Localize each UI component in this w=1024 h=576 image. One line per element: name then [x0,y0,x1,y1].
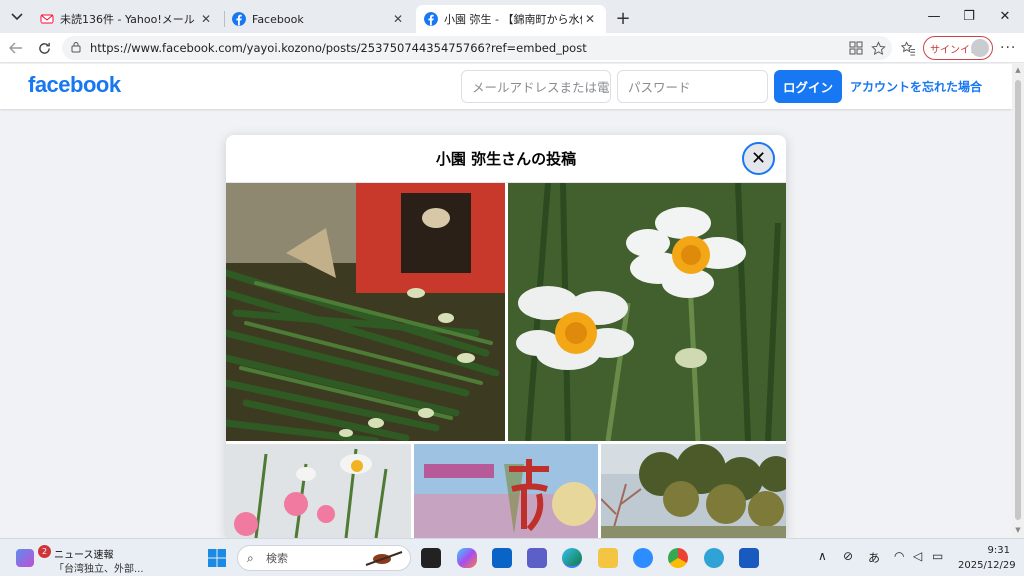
news-title: ニュース速報 [54,550,114,561]
battery-icon[interactable]: ▭ [932,549,943,563]
windows-start-icon[interactable] [207,548,227,568]
clock-date: 2025/12/29 [958,560,1016,571]
tab-yahoo-mail[interactable]: 未読136件 - Yahoo!メール ✕ [32,5,222,33]
daffodil-flowers-image [508,183,786,441]
back-button[interactable] [6,38,26,58]
site-info-icon[interactable] [70,41,84,56]
scroll-up-icon[interactable]: ▲ [1014,66,1022,74]
close-tab-icon[interactable]: ✕ [390,12,406,26]
clock-time: 9:31 [987,545,1010,556]
network-app-icon[interactable] [704,548,724,568]
show-hidden-icons-chevron-icon[interactable]: ∧ [818,549,827,563]
post-photo-5[interactable] [601,444,786,538]
tab-title: 未読136件 - Yahoo!メール [60,13,195,26]
settings-more-icon[interactable]: ··· [1000,40,1016,56]
close-window-button[interactable]: ✕ [993,6,1017,26]
signin-button[interactable]: サインイン [923,36,993,60]
refresh-icon [38,42,50,54]
scrollbar-thumb[interactable] [1015,80,1021,520]
refresh-button[interactable] [34,38,54,58]
news-widget[interactable]: 2 ニュース速報 「台湾独立、外部... [14,543,144,575]
teams-icon[interactable] [527,548,547,568]
new-tab-button[interactable]: + [612,7,634,29]
yahoo-mail-icon [40,14,54,24]
restore-button[interactable]: ❐ [957,6,981,26]
windows-taskbar: 2 ニュース速報 「台湾独立、外部... ⌕ 検索 ∧ ⊘ あ ◠ ◁ ▭ 9:… [0,538,1024,576]
word-icon[interactable] [739,548,759,568]
edge-icon[interactable] [562,548,582,568]
zoom-icon[interactable] [633,548,653,568]
outlook-icon[interactable] [492,548,512,568]
search-icon: ⌕ [247,551,254,565]
app-available-icon[interactable] [848,40,864,56]
forgot-account-link[interactable]: アカウントを忘れた場合 [850,78,982,95]
tab-facebook[interactable]: Facebook ✕ [224,5,414,33]
battery-saver-icon[interactable]: ⊘ [843,549,853,563]
flower-arrangement-image [226,444,411,538]
close-tab-icon[interactable]: ✕ [582,12,598,26]
page-scrollbar[interactable]: ▲ ▼ [1012,64,1024,538]
news-badge: 2 [38,545,51,558]
chevron-down-icon [11,13,23,21]
password-placeholder: パスワード [628,80,691,95]
url-text: https://www.facebook.com/yayoi.kozono/po… [90,41,587,55]
tab-list-button[interactable] [6,6,28,28]
copilot-icon[interactable] [457,548,477,568]
close-tab-icon[interactable]: ✕ [198,12,214,26]
ime-indicator[interactable]: あ [868,549,880,566]
taskbar-search[interactable]: ⌕ 検索 [237,545,411,571]
news-widget-icon [16,549,34,567]
tab-title: Facebook [252,12,304,26]
close-modal-button[interactable]: ✕ [742,142,775,175]
post-photo-1[interactable] [226,183,505,441]
password-field[interactable]: パスワード [617,70,768,103]
favorites-collection-icon[interactable] [900,40,916,56]
modal-title: 小園 弥生さんの投稿 [226,135,786,183]
facebook-logo[interactable]: facebook [28,72,121,98]
post-photo-4[interactable] [414,444,598,538]
file-explorer-icon[interactable] [598,548,618,568]
url-field[interactable]: https://www.facebook.com/yayoi.kozono/po… [62,36,892,60]
facebook-icon [424,12,438,26]
wifi-icon[interactable]: ◠ [894,549,904,563]
address-bar: https://www.facebook.com/yayoi.kozono/po… [0,33,1024,63]
email-field[interactable]: メールアドレスまたは電 [461,70,611,103]
search-label: 検索 [266,552,288,565]
tab-active-post[interactable]: 小園 弥生 - 【錦南町から水仙便だよ ✕ [416,5,606,33]
chrome-icon[interactable] [668,548,688,568]
favorite-star-icon[interactable] [870,40,886,56]
minimize-button[interactable]: — [922,6,946,26]
taskbar-clock[interactable]: 9:31 2025/12/29 [958,543,1016,573]
tab-title: 小園 弥生 - 【錦南町から水仙便だよ [444,13,582,26]
email-placeholder: メールアドレスまたは電 [472,80,610,95]
daffodil-bundle-image [226,183,505,441]
news-subtitle: 「台湾独立、外部... [54,564,144,575]
facebook-header: facebook メールアドレスまたは電 パスワード ログイン アカウントを忘れ… [0,64,1012,109]
facebook-icon [232,12,246,26]
violin-search-highlight-icon [365,551,403,566]
flower-poster-image [414,444,598,538]
garden-image [601,444,786,538]
task-view-icon[interactable] [421,548,441,568]
volume-icon[interactable]: ◁ [913,549,922,563]
scroll-down-icon[interactable]: ▼ [1014,526,1022,534]
post-photo-2[interactable] [508,183,786,441]
login-button[interactable]: ログイン [774,70,842,103]
post-photo-3[interactable] [226,444,411,538]
tab-bar: 未読136件 - Yahoo!メール ✕ Facebook ✕ 小園 弥生 - … [0,0,1024,33]
back-arrow-icon [9,42,22,54]
avatar [971,39,989,57]
post-modal: 小園 弥生さんの投稿 ✕ [226,135,786,538]
